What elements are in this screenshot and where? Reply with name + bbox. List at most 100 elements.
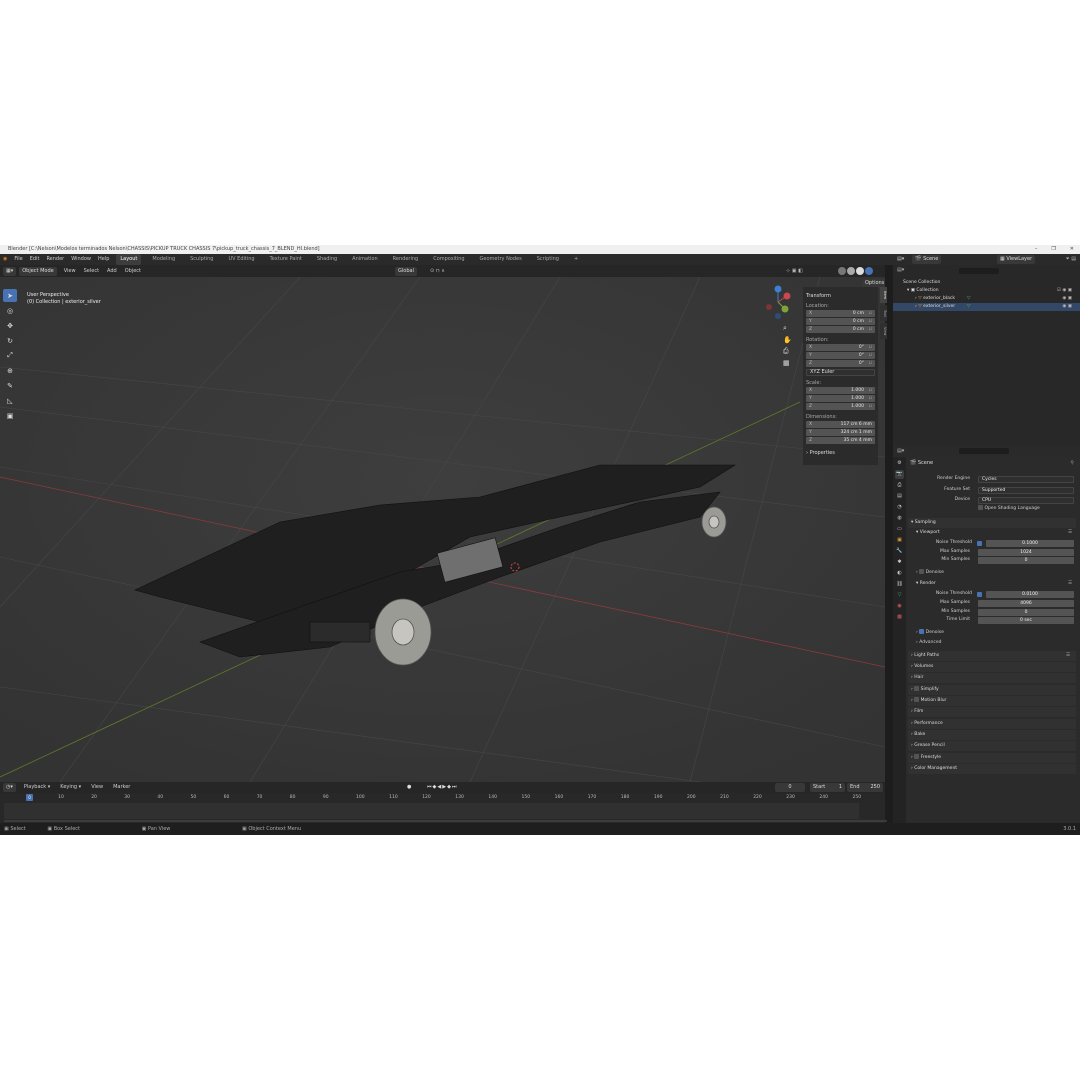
- preset-list-icon[interactable]: ☰: [1068, 529, 1072, 537]
- texture-tab-icon[interactable]: ▩: [895, 613, 904, 622]
- constraints-tab-icon[interactable]: ⛓: [895, 580, 904, 589]
- noise-threshold-checkbox[interactable]: [977, 540, 982, 546]
- 3d-viewport[interactable]: User Perspective (0) Collection | exteri…: [0, 277, 885, 782]
- scene-selector[interactable]: 🎬 Scene: [912, 255, 942, 264]
- snap-icon[interactable]: ⊙ ⊓ ∧: [430, 265, 445, 277]
- menu-add[interactable]: Add: [107, 265, 117, 277]
- light-paths-section[interactable]: › Light Paths ☰: [908, 651, 1076, 661]
- add-workspace-button[interactable]: +: [570, 254, 582, 265]
- particles-tab-icon[interactable]: ✱: [895, 558, 904, 567]
- hair-section[interactable]: › Hair: [908, 673, 1076, 683]
- dimension-z-field[interactable]: Z 35 cm 4 mm: [806, 437, 875, 444]
- start-frame-field[interactable]: Start 1: [810, 783, 845, 792]
- select-tool-icon[interactable]: ➤: [3, 289, 17, 302]
- outliner-item-exterior-silver[interactable]: › ▽ exterior_silver ▽ ◉ ▣: [893, 303, 1080, 311]
- rotation-mode-dropdown[interactable]: XYZ Euler: [806, 369, 875, 376]
- tool-tab-icon[interactable]: ⚙: [895, 459, 904, 468]
- tab-compositing[interactable]: Compositing: [429, 254, 468, 265]
- feature-set-dropdown[interactable]: Supported: [978, 486, 1074, 494]
- r-noise-threshold-field[interactable]: 0.0100: [986, 590, 1074, 598]
- mode-dropdown[interactable]: Object Mode: [19, 266, 57, 276]
- orientation-dropdown[interactable]: Global: [395, 266, 417, 276]
- lock-icon[interactable]: ⊔: [864, 311, 872, 316]
- modifier-tab-icon[interactable]: 🔧: [895, 547, 904, 556]
- maximize-button[interactable]: ❐: [1051, 245, 1055, 254]
- preset-list-icon[interactable]: ☰: [1066, 651, 1070, 661]
- rotate-icon[interactable]: ↻: [3, 334, 17, 347]
- timeline-scrollbar[interactable]: [4, 820, 887, 822]
- tab-item[interactable]: Item: [880, 287, 887, 303]
- menu-marker[interactable]: Marker: [113, 782, 130, 793]
- camera-icon[interactable]: ⎙: [783, 347, 792, 356]
- render-tab-icon[interactable]: 📷: [895, 470, 904, 479]
- tab-modeling[interactable]: Modeling: [148, 254, 179, 265]
- menu-keying[interactable]: Keying ▾: [60, 782, 81, 793]
- grid-icon[interactable]: ▦: [783, 359, 792, 367]
- performance-section[interactable]: › Performance: [908, 719, 1076, 729]
- tab-uv-editing[interactable]: UV Editing: [224, 254, 258, 265]
- osl-row[interactable]: Open Shading Language: [906, 505, 1076, 513]
- cursor-icon[interactable]: ◎: [3, 304, 17, 317]
- properties-subpanel[interactable]: › Properties: [806, 450, 875, 456]
- menu-view[interactable]: View: [91, 782, 103, 793]
- editor-type-button[interactable]: ▤▾: [897, 254, 904, 265]
- scene-tab-icon[interactable]: ◔: [895, 503, 904, 512]
- menu-edit[interactable]: Edit: [30, 254, 40, 265]
- vp-min-samples-field[interactable]: 0: [978, 556, 1074, 564]
- menu-window[interactable]: Window: [71, 254, 91, 265]
- eye-icon[interactable]: ☑ ◉ ▣: [1057, 287, 1072, 295]
- render-engine-dropdown[interactable]: Cycles: [978, 475, 1074, 483]
- osl-checkbox[interactable]: [978, 505, 983, 510]
- record-icon[interactable]: ●: [407, 782, 411, 793]
- render-subsection[interactable]: ▾ Render ☰: [906, 580, 1076, 588]
- timeline[interactable]: 0 10 20 30 40 50 60 70 80 90 100 110 120 130 140 150 160…: [0, 793, 887, 823]
- location-z-field[interactable]: Z 0 cm ⊔: [806, 326, 875, 333]
- material-tab-icon[interactable]: ◉: [895, 602, 904, 611]
- output-tab-icon[interactable]: ⎙: [895, 481, 904, 490]
- annotate-icon[interactable]: ✎: [3, 379, 17, 392]
- tab-animation[interactable]: Animation: [348, 254, 382, 265]
- gizmo-toggle-icon[interactable]: ⊹ ▣ ◧: [786, 265, 803, 277]
- motion-blur-section[interactable]: › Motion Blur: [908, 696, 1076, 706]
- tab-texture-paint[interactable]: Texture Paint: [266, 254, 306, 265]
- tab-scripting[interactable]: Scripting: [533, 254, 563, 265]
- data-tab-icon[interactable]: ▽: [895, 591, 904, 600]
- zoom-icon[interactable]: ⌕: [783, 324, 792, 333]
- time-limit-field[interactable]: 0 sec: [978, 616, 1074, 624]
- volumes-section[interactable]: › Volumes: [908, 662, 1076, 672]
- menu-playback[interactable]: Playback ▾: [24, 782, 50, 793]
- lock-icon[interactable]: ⊔: [864, 319, 872, 324]
- hand-icon[interactable]: ✋: [783, 336, 792, 344]
- wireframe-shading-icon[interactable]: [838, 267, 846, 275]
- outliner-scene-collection[interactable]: Scene Collection: [893, 279, 1080, 287]
- menu-select[interactable]: Select: [84, 265, 99, 277]
- menu-view[interactable]: View: [64, 265, 76, 277]
- rotation-y-field[interactable]: Y 0° ⊔: [806, 352, 875, 359]
- lock-icon[interactable]: ⊔: [864, 327, 872, 332]
- blender-logo-icon[interactable]: ◉: [3, 254, 7, 265]
- lock-icon[interactable]: ⊔: [864, 396, 872, 401]
- jump-end-icon[interactable]: ⏭: [452, 784, 458, 790]
- simplify-section[interactable]: › Simplify: [908, 685, 1076, 695]
- film-section[interactable]: › Film: [908, 707, 1076, 717]
- editor-type-button[interactable]: ▤▾: [897, 448, 904, 454]
- tab-layout[interactable]: Layout: [116, 254, 142, 265]
- lock-icon[interactable]: ⊔: [864, 361, 872, 366]
- transform-icon[interactable]: ⊕: [3, 364, 17, 377]
- physics-tab-icon[interactable]: ◐: [895, 569, 904, 578]
- r-max-samples-field[interactable]: 4096: [978, 599, 1074, 607]
- outliner-display-icon[interactable]: ▤▾: [897, 267, 904, 273]
- lock-icon[interactable]: ⊔: [864, 345, 872, 350]
- sampling-section[interactable]: ▾ Sampling: [908, 518, 1076, 528]
- lock-icon[interactable]: ⊔: [864, 353, 872, 358]
- menu-object[interactable]: Object: [125, 265, 141, 277]
- editor-type-button[interactable]: ◷▾: [3, 783, 16, 792]
- solid-shading-icon[interactable]: [847, 267, 855, 275]
- menu-help[interactable]: Help: [98, 254, 109, 265]
- noise-threshold-checkbox[interactable]: [977, 591, 982, 597]
- playhead[interactable]: 0: [26, 794, 33, 801]
- world-tab-icon[interactable]: ◍: [895, 514, 904, 523]
- scale-x-field[interactable]: X 1.000 ⊔: [806, 387, 875, 394]
- vp-max-samples-field[interactable]: 1024: [978, 548, 1074, 556]
- dimension-y-field[interactable]: Y 324 cm 1 mm: [806, 429, 875, 436]
